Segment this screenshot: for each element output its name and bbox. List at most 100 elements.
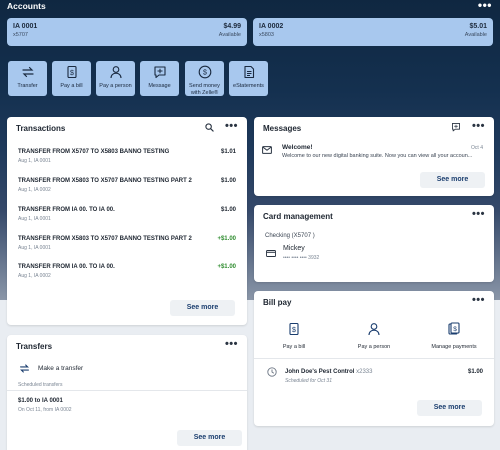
card-management-card: Card management ••• Checking (X5707 ) Mi… xyxy=(254,205,494,282)
transactions-see-more-button[interactable]: See more xyxy=(170,300,235,316)
account-balance: $5.01 xyxy=(469,23,487,30)
quick-action-estatements[interactable]: eStatements xyxy=(229,61,268,96)
transaction-amount: $1.00 xyxy=(220,207,236,213)
card-management-title: Card management xyxy=(263,212,333,221)
transfers-title: Transfers xyxy=(16,342,53,351)
message-preview: Welcome to our new digital banking suite… xyxy=(282,153,473,159)
transaction-sub: Aug 1, IA 0001 xyxy=(18,158,51,164)
divider xyxy=(7,390,247,391)
quick-action-label: Transfer xyxy=(17,83,38,89)
manage-payments-icon: $ xyxy=(448,322,460,335)
transfers-more-button[interactable]: ••• xyxy=(225,338,238,350)
envelope-icon xyxy=(262,146,272,154)
accounts-title: Accounts xyxy=(7,1,46,11)
zelle-icon: $ xyxy=(198,65,211,79)
account-status: Available xyxy=(464,32,487,38)
make-transfer-link[interactable]: Make a transfer xyxy=(38,365,83,372)
bill-icon: $ xyxy=(66,65,77,79)
person-icon xyxy=(368,323,380,336)
bill-pay-see-more-button[interactable]: See more xyxy=(417,400,482,416)
quick-action-label: Pay a bill xyxy=(60,83,83,89)
quick-action-label: Message xyxy=(148,83,171,89)
account-mask: x5707 xyxy=(13,32,28,38)
transaction-name[interactable]: TRANSFER FROM X5803 TO X5707 BANNO TESTI… xyxy=(18,236,192,242)
transfer-icon xyxy=(20,364,29,373)
bill-payee-name: John Doe's Pest Control xyxy=(285,369,355,375)
scheduled-transfer-sub: On Oct 11, from IA 0002 xyxy=(18,407,72,413)
quick-action-transfer[interactable]: Transfer xyxy=(8,61,47,96)
transaction-name[interactable]: TRANSFER FROM IA 00. TO IA 00. xyxy=(18,264,115,270)
person-icon xyxy=(109,66,122,79)
transactions-title: Transactions xyxy=(16,124,66,133)
divider xyxy=(254,358,494,359)
message-title[interactable]: Welcome! xyxy=(282,144,313,151)
cardholder-name[interactable]: Mickey xyxy=(283,245,305,252)
transactions-more-button[interactable]: ••• xyxy=(225,120,238,132)
bill-icon: $ xyxy=(289,322,299,336)
transaction-sub: Aug 1, IA 0002 xyxy=(18,273,51,279)
transaction-sub: Aug 1, IA 0002 xyxy=(18,187,51,193)
account-name: IA 0001 xyxy=(13,23,38,30)
messages-card: Messages ••• Welcome! Oct 4 Welcome to o… xyxy=(254,117,494,196)
transfers-card: Transfers ••• Make a transfer Scheduled … xyxy=(7,335,247,450)
account-mask: x5803 xyxy=(259,32,274,38)
quick-action-zelle[interactable]: $ Send money with Zelle® xyxy=(185,61,224,96)
account-status: Available xyxy=(218,32,241,38)
quick-action-label: Send money with Zelle® xyxy=(189,83,220,96)
bill-scheduled-date: Scheduled for Oct 31 xyxy=(285,378,332,384)
bill-pay-action-manage-payments[interactable]: $ Manage payments xyxy=(424,322,484,350)
svg-text:$: $ xyxy=(453,326,457,333)
messages-title: Messages xyxy=(263,124,302,133)
quick-action-message[interactable]: Message xyxy=(140,61,179,96)
transaction-amount: $1.00 xyxy=(220,178,236,184)
bill-pay-action-label: Pay a person xyxy=(357,344,391,350)
search-icon[interactable] xyxy=(205,123,214,132)
bill-pay-action-label: Pay a bill xyxy=(282,344,306,350)
account-name: IA 0002 xyxy=(259,23,284,30)
bill-payee[interactable]: John Doe's Pest Control x2333 xyxy=(285,369,372,375)
bill-pay-more-button[interactable]: ••• xyxy=(472,294,485,306)
transaction-amount: +$1.00 xyxy=(217,264,236,270)
quick-action-label: eStatements xyxy=(233,83,264,89)
bill-pay-action-pay-bill[interactable]: $ Pay a bill xyxy=(264,322,324,350)
account-tile-ia-0001[interactable]: IA 0001 x5707 $4.99 Available xyxy=(7,18,247,46)
transaction-name[interactable]: TRANSFER FROM IA 00. TO IA 00. xyxy=(18,207,115,213)
clock-icon xyxy=(267,367,277,377)
scheduled-transfer-title[interactable]: $1.00 to IA 0001 xyxy=(18,398,63,404)
message-icon xyxy=(153,66,166,79)
transaction-name[interactable]: TRANSFER FROM X5707 TO X5803 BANNO TESTI… xyxy=(18,149,169,155)
quick-action-pay-bill[interactable]: $ Pay a bill xyxy=(52,61,91,96)
card-account: Checking (X5707 ) xyxy=(265,233,315,239)
svg-text:$: $ xyxy=(292,327,296,334)
transaction-sub: Aug 1, IA 0001 xyxy=(18,245,51,251)
card-management-more-button[interactable]: ••• xyxy=(472,208,485,220)
transaction-amount: +$1.00 xyxy=(217,236,236,242)
bill-pay-action-label: Manage payments xyxy=(431,344,477,350)
bill-pay-title: Bill pay xyxy=(263,298,292,307)
transfer-icon xyxy=(21,66,34,78)
bill-pay-action-pay-person[interactable]: Pay a person xyxy=(344,322,404,350)
svg-text:$: $ xyxy=(70,70,74,77)
quick-action-label: Pay a person xyxy=(99,83,132,89)
scheduled-transfers-label: Scheduled transfers xyxy=(18,382,63,388)
bill-pay-card: Bill pay ••• John Doe's Pest Control x23… xyxy=(254,291,494,426)
messages-see-more-button[interactable]: See more xyxy=(420,172,485,188)
bill-amount: $1.00 xyxy=(467,369,483,375)
account-tile-ia-0002[interactable]: IA 0002 x5803 $5.01 Available xyxy=(253,18,493,46)
transfers-see-more-button[interactable]: See more xyxy=(177,430,242,446)
card-icon xyxy=(266,250,276,257)
statement-icon xyxy=(243,65,254,79)
account-balance: $4.99 xyxy=(223,23,241,30)
compose-message-icon[interactable] xyxy=(451,122,461,132)
accounts-more-button[interactable]: ••• xyxy=(478,0,492,12)
message-date: Oct 4 xyxy=(471,145,483,151)
card-number-mask: •••• •••• •••• 3932 xyxy=(283,255,320,261)
quick-action-pay-person[interactable]: Pay a person xyxy=(96,61,135,96)
transactions-card: Transactions ••• TRANSFER FROM X5707 TO … xyxy=(7,117,247,325)
svg-text:$: $ xyxy=(203,70,207,77)
transaction-name[interactable]: TRANSFER FROM X5803 TO X5707 BANNO TESTI… xyxy=(18,178,192,184)
transaction-sub: Aug 1, IA 0001 xyxy=(18,216,51,222)
transaction-amount: $1.01 xyxy=(220,149,236,155)
messages-more-button[interactable]: ••• xyxy=(472,120,485,132)
bill-payee-mask: x2333 xyxy=(356,369,373,375)
